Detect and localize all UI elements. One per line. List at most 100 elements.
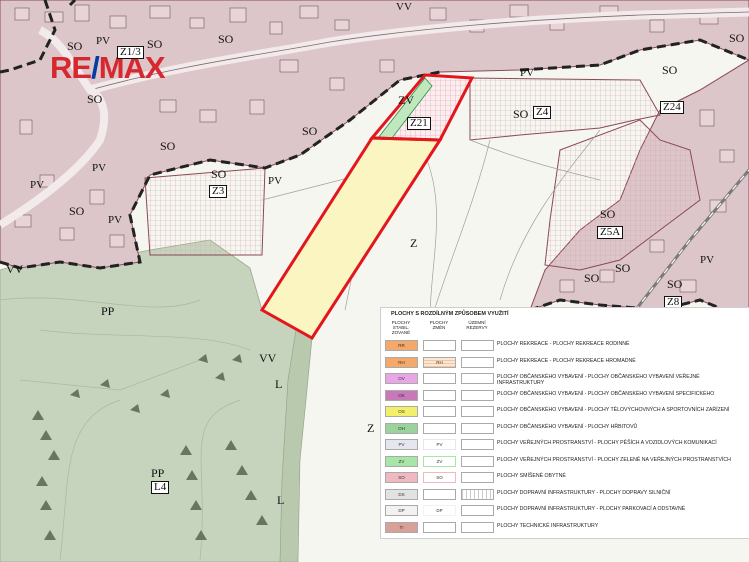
label-z5a: Z5A bbox=[597, 226, 624, 239]
legend-row: OK PLOCHY OBČANSKÉHO VYBAVENÍ - PLOCHY OB… bbox=[381, 388, 749, 404]
legend-row: PV PV PLOCHY VEŘEJNÝCH PROSTRANSTVÍ - PLOC… bbox=[381, 437, 749, 453]
label-so-5: SO bbox=[160, 139, 176, 153]
legend-swatch-reserve bbox=[461, 472, 494, 483]
label-so-8: SO bbox=[662, 63, 678, 77]
label-so-4: SO bbox=[87, 92, 103, 106]
legend-row: RR PLOCHY REKREACE - PLOCHY REKREACE RODI… bbox=[381, 338, 749, 354]
legend-description: PLOCHY OBČANSKÉHO VYBAVENÍ - PLOCHY OBČA… bbox=[497, 390, 715, 397]
label-so-9: SO bbox=[729, 31, 745, 45]
legend-swatch-change bbox=[423, 373, 456, 384]
legend-description: PLOCHY SMÍŠENÉ OBYTNÉ bbox=[497, 473, 566, 479]
legend-description: PLOCHY OBČANSKÉHO VYBAVENÍ - PLOCHY HŘBI… bbox=[497, 423, 638, 430]
label-so-14: SO bbox=[667, 277, 683, 291]
label-z21: Z21 bbox=[407, 117, 431, 130]
legend-swatch-stable: TI bbox=[385, 521, 418, 533]
legend-swatch-reserve bbox=[461, 422, 494, 434]
legend-swatch-change: ZV bbox=[423, 455, 456, 467]
legend-row: TI PLOCHY TECHNICKÉ INFRASTRUKTURY bbox=[381, 520, 749, 536]
legend-description: PLOCHY OBČANSKÉHO VYBAVENÍ - PLOCHY OBČA… bbox=[497, 374, 700, 387]
legend-swatch-stable: ZV bbox=[385, 455, 418, 467]
legend-swatch-reserve bbox=[461, 488, 494, 500]
legend-swatch-change: DP bbox=[423, 505, 456, 516]
label-pv-5: PV bbox=[108, 214, 123, 226]
legend-swatch-stable: DP bbox=[385, 505, 418, 516]
legend-row: RH RH PLOCHY REKREACE - PLOCHY REKREACE HR… bbox=[381, 355, 749, 371]
label-so-2: SO bbox=[147, 37, 163, 51]
label-l4: L4 bbox=[151, 481, 170, 494]
legend-swatch-change: RH bbox=[423, 356, 456, 368]
label-vv-left: VV bbox=[6, 262, 24, 276]
legend-swatch-reserve bbox=[461, 340, 494, 351]
legend-swatch-reserve bbox=[461, 521, 494, 533]
legend-description: PLOCHY OBČANSKÉHO VYBAVENÍ - PLOCHY TĚLO… bbox=[497, 407, 730, 413]
legend-row: ZV ZV PLOCHY VEŘEJNÝCH PROSTRANSTVÍ - PLOC… bbox=[381, 454, 749, 470]
label-so-10: SO bbox=[211, 167, 227, 181]
label-vv-top: VV bbox=[396, 1, 412, 13]
legend-swatch-reserve bbox=[461, 505, 494, 516]
legend-row: OH PLOCHY OBČANSKÉHO VYBAVENÍ - PLOCHY HŘ… bbox=[381, 421, 749, 437]
legend-swatch-change: SO bbox=[423, 472, 456, 483]
legend-swatch-stable: RR bbox=[385, 340, 418, 351]
legend-swatch-reserve bbox=[461, 406, 494, 417]
legend-swatch-stable: DS bbox=[385, 488, 418, 500]
legend-title: PLOCHY S ROZDÍLNÝM ZPŮSOBEM VYUŽITÍ bbox=[391, 311, 509, 317]
legend-swatch-stable: PV bbox=[385, 439, 418, 450]
legend-swatch-reserve bbox=[461, 373, 494, 384]
legend-swatch-reserve bbox=[461, 356, 494, 368]
label-so-6: SO bbox=[302, 124, 318, 138]
label-zv: ZV bbox=[398, 93, 414, 107]
label-z-1: Z bbox=[410, 236, 418, 250]
legend-swatch-change bbox=[423, 340, 456, 351]
label-z4: Z4 bbox=[533, 106, 552, 119]
legend-row: DS PLOCHY DOPRAVNÍ INFRASTRUKTURY - PLOCH… bbox=[381, 487, 749, 503]
map-legend: PLOCHY S ROZDÍLNÝM ZPŮSOBEM VYUŽITÍ PLOC… bbox=[380, 307, 749, 539]
label-so-12: SO bbox=[584, 271, 600, 285]
label-pv-1: PV bbox=[96, 35, 111, 47]
legend-swatch-change bbox=[423, 406, 456, 417]
label-so-7: SO bbox=[69, 204, 85, 218]
legend-description: PLOCHY REKREACE - PLOCHY REKREACE HROMAD… bbox=[497, 357, 636, 364]
legend-swatch-change bbox=[423, 521, 456, 533]
legend-swatch-stable: RH bbox=[385, 356, 418, 368]
label-pv-3: PV bbox=[520, 67, 535, 79]
legend-row: SO SO PLOCHY SMÍŠENÉ OBYTNÉ bbox=[381, 470, 749, 486]
legend-swatch-reserve bbox=[461, 389, 494, 401]
legend-description: PLOCHY DOPRAVNÍ INFRASTRUKTURY - PLOCHY … bbox=[497, 506, 686, 512]
label-so-3: SO bbox=[218, 32, 234, 46]
legend-swatch-stable: OK bbox=[385, 389, 418, 401]
label-z1-3: Z1/3 bbox=[117, 46, 144, 59]
label-pv-6: PV bbox=[30, 179, 45, 191]
label-vv-mid: VV bbox=[259, 351, 277, 365]
legend-swatch-stable: OS bbox=[385, 406, 418, 417]
label-pv-4: PV bbox=[268, 175, 283, 187]
legend-swatch-reserve bbox=[461, 439, 494, 450]
legend-description: PLOCHY REKREACE - PLOCHY REKREACE RODINN… bbox=[497, 341, 630, 347]
label-z-2: Z bbox=[367, 421, 375, 435]
legend-header-stable: PLOCHY STABIL. ZOVANÉ bbox=[391, 320, 411, 336]
label-so-13: SO bbox=[615, 261, 631, 275]
label-so-11: SO bbox=[600, 207, 616, 221]
label-l-1: L bbox=[275, 377, 283, 391]
label-pv-7: PV bbox=[700, 254, 715, 266]
legend-swatch-stable: SO bbox=[385, 472, 418, 483]
label-pp-2: PP bbox=[151, 466, 165, 480]
label-pp-1: PP bbox=[101, 304, 115, 318]
label-so-1: SO bbox=[67, 39, 83, 53]
legend-description: PLOCHY DOPRAVNÍ INFRASTRUKTURY - PLOCHY … bbox=[497, 489, 671, 496]
legend-swatch-reserve bbox=[461, 455, 494, 467]
legend-swatch-change bbox=[423, 389, 456, 401]
legend-row: DP DP PLOCHY DOPRAVNÍ INFRASTRUKTURY - PLO… bbox=[381, 503, 749, 519]
label-z24: Z24 bbox=[660, 101, 684, 114]
legend-header-change: PLOCHY ZMĚN bbox=[429, 320, 449, 331]
legend-swatch-change: PV bbox=[423, 439, 456, 450]
legend-row: OV PLOCHY OBČANSKÉHO VYBAVENÍ - PLOCHY OB… bbox=[381, 371, 749, 387]
legend-swatch-change bbox=[423, 488, 456, 500]
legend-row: OS PLOCHY OBČANSKÉHO VYBAVENÍ - PLOCHY TĚ… bbox=[381, 404, 749, 420]
map-stage: RE/MAX VV SO PV Z1/3 SO SO SO PV SO SO S… bbox=[0, 0, 749, 562]
logo-part-re: RE bbox=[50, 50, 92, 85]
label-pv-2: PV bbox=[92, 162, 107, 174]
legend-swatch-stable: OV bbox=[385, 373, 418, 384]
legend-description: PLOCHY VEŘEJNÝCH PROSTRANSTVÍ - PLOCHY Z… bbox=[497, 456, 731, 463]
remax-logo: RE/MAX bbox=[50, 50, 166, 85]
logo-slash: / bbox=[91, 50, 100, 85]
